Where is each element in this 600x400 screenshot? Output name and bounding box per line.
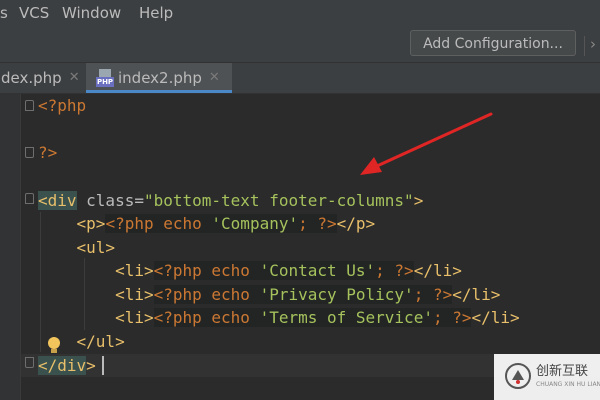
code-token: <?php (105, 214, 154, 233)
code-token: <li> (115, 285, 154, 304)
tab-label: index2.php (118, 69, 202, 87)
code-token: <?php (153, 261, 202, 280)
watermark-text: 创新互联 (536, 364, 589, 379)
code-token: 'Contact Us' (259, 261, 376, 280)
code-line[interactable]: <ul> (38, 236, 116, 259)
code-token: > (413, 191, 424, 210)
fold-marker-icon[interactable] (25, 193, 34, 204)
code-token: echo (201, 308, 260, 327)
code-token: ; (298, 214, 318, 233)
code-token: ; (432, 308, 453, 327)
code-token: class= (76, 191, 144, 210)
watermark: 创新互联 CHUANG XIN HU LIAN (494, 354, 600, 400)
code-token: ?> (394, 261, 414, 280)
code-token: <li> (115, 308, 154, 327)
code-line[interactable]: ?> (38, 141, 57, 164)
php-badge: PHP (96, 77, 114, 87)
code-token: </p> (336, 214, 376, 233)
code-token: > (86, 356, 96, 375)
code-token: <?php (38, 96, 87, 115)
code-token: </li> (471, 308, 520, 327)
code-token: <?php (153, 285, 202, 304)
menu-item-partial[interactable]: s (0, 3, 8, 23)
menu-item-window[interactable]: Window (62, 3, 121, 23)
code-token: </div (38, 356, 87, 375)
code-token: ; (413, 285, 433, 304)
code-token: <li> (115, 261, 154, 280)
close-icon[interactable]: ✕ (69, 63, 80, 93)
code-token: </li> (413, 261, 462, 280)
fold-marker-icon[interactable] (25, 147, 34, 158)
tab-index-php[interactable]: dex.php ✕ (0, 63, 86, 93)
code-token: ?> (317, 214, 337, 233)
code-token: 'Terms of Service' (259, 308, 433, 327)
code-line[interactable]: <li><?php echo 'Privacy Policy'; ?></li> (38, 283, 500, 306)
code-line[interactable]: <div class="bottom-text footer-columns"> (38, 189, 423, 212)
code-line[interactable]: <?php (38, 94, 86, 117)
code-token: ?> (452, 308, 472, 327)
code-token: echo (201, 285, 260, 304)
add-configuration-button[interactable]: Add Configuration... (410, 30, 576, 56)
watermark-logo-icon (505, 363, 531, 389)
ide-window: s VCS Window Help Add Configuration... ›… (0, 0, 600, 400)
code-line[interactable]: </div> (38, 354, 96, 377)
code-token: <ul> (76, 238, 116, 257)
code-token: 'Privacy Policy' (259, 285, 414, 304)
menu-bar: s VCS Window Help (0, 0, 600, 26)
chevron-right-icon[interactable]: › (590, 34, 596, 54)
code-line[interactable]: <li><?php echo 'Contact Us'; ?></li> (38, 259, 462, 282)
menu-item-vcs[interactable]: VCS (19, 3, 49, 23)
tab-index2-php[interactable]: PHP index2.php ✕ (86, 63, 232, 93)
tab-label: dex.php (1, 69, 62, 87)
code-token: echo (153, 214, 212, 233)
close-icon[interactable]: ✕ (209, 63, 220, 93)
text-caret (102, 356, 104, 375)
php-file-icon: PHP (96, 69, 114, 87)
code-token: <?php (153, 308, 202, 327)
code-line[interactable]: <li><?php echo 'Terms of Service'; ?></l… (38, 306, 520, 329)
toolbar: Add Configuration... › (0, 26, 600, 62)
code-token: ; (375, 261, 395, 280)
editor-tab-bar: dex.php ✕ PHP index2.php ✕ (0, 62, 600, 94)
menu-item-help[interactable]: Help (139, 3, 173, 23)
code-token: </li> (452, 285, 501, 304)
fold-marker-icon[interactable] (25, 357, 34, 368)
lightbulb-icon[interactable] (47, 337, 61, 355)
toolbar-divider (584, 36, 585, 56)
code-token: echo (201, 261, 260, 280)
code-token: 'Company' (211, 214, 299, 233)
code-token: "bottom-text footer-columns" (143, 191, 414, 210)
editor-gutter[interactable] (0, 94, 20, 400)
fold-marker-icon[interactable] (25, 100, 34, 111)
code-token: <div (38, 191, 77, 210)
code-token: ?> (38, 143, 58, 162)
watermark-subtext: CHUANG XIN HU LIAN (536, 381, 600, 388)
code-token: <p> (76, 214, 106, 233)
code-token: ?> (432, 285, 453, 304)
code-line[interactable]: <p><?php echo 'Company'; ?></p> (38, 212, 375, 235)
code-token: </ul> (76, 332, 125, 351)
